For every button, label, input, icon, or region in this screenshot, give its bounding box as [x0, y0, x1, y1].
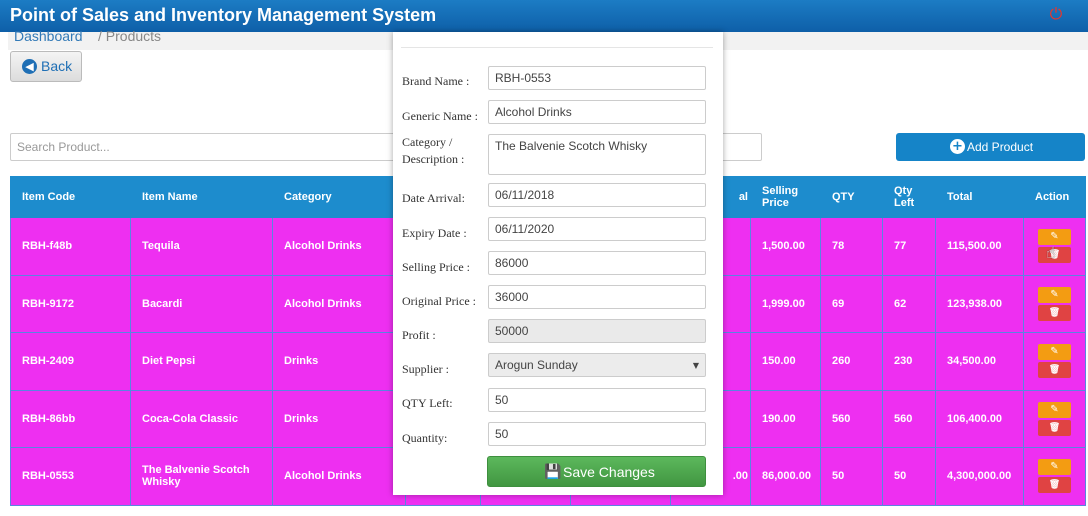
category-description-textarea[interactable]: The Balvenie Scotch Whisky [488, 134, 706, 175]
cell-category: Drinks [272, 332, 406, 391]
cell-selling-price: 150.00 [750, 332, 821, 391]
cell-qty: 50 [820, 447, 883, 506]
edit-button[interactable]: ✎ [1038, 401, 1071, 418]
power-icon[interactable]: ⏻ [1046, 4, 1066, 24]
profit-field: 50000 [488, 319, 706, 343]
cell-qty: 560 [820, 389, 883, 448]
cell-qty-left: 230 [882, 332, 936, 391]
edit-button[interactable]: ✎ [1038, 344, 1071, 361]
cell-item-name: Bacardi [130, 274, 273, 333]
cell-category: Drinks [272, 389, 406, 448]
cell-qty: 78 [820, 217, 883, 276]
breadcrumb-dashboard-link[interactable]: Dashboard [14, 28, 83, 44]
cell-selling-price: 86,000.00 [750, 447, 821, 506]
app-title: Point of Sales and Inventory Management … [10, 5, 437, 25]
col-header-total[interactable]: Total [935, 176, 1024, 218]
cell-item-code: RBH-9172 [10, 274, 131, 333]
generic-name-label: Generic Name : [402, 109, 478, 123]
original-price-label: Original Price : [402, 294, 476, 308]
delete-button[interactable]: 🗑 [1038, 477, 1071, 494]
brand-name-field[interactable]: RBH-0553 [488, 66, 706, 90]
expiry-date-field[interactable]: 06/11/2020 [488, 217, 706, 241]
category-label-line1: Category / [402, 135, 453, 149]
cell-qty-left: 50 [882, 447, 936, 506]
plus-circle-icon: + [950, 139, 965, 154]
cell-total: 115,500.00 [935, 217, 1024, 276]
add-product-button[interactable]: + Add Product [896, 133, 1085, 161]
cell-item-name: The Balvenie Scotch Whisky [130, 447, 273, 506]
cell-category: Alcohol Drinks [272, 217, 406, 276]
expiry-date-label: Expiry Date : [402, 226, 467, 240]
back-button[interactable]: ◀ Back [10, 51, 82, 82]
cell-qty: 260 [820, 332, 883, 391]
cell-item-code: RBH-86bb [10, 389, 131, 448]
selling-price-field[interactable]: 86000 [488, 251, 706, 275]
edit-product-modal: Brand Name : RBH-0553 Generic Name : Alc… [393, 32, 723, 495]
cell-item-code: RBH-0553 [10, 447, 131, 506]
back-button-label: Back [41, 58, 73, 74]
cell-action: ✎ 🗑 [1023, 274, 1086, 333]
arrow-left-circle-icon: ◀ [22, 59, 37, 74]
cell-selling-price: 1,999.00 [750, 274, 821, 333]
date-arrival-label: Date Arrival: [402, 191, 465, 205]
delete-button[interactable]: 🗑 [1038, 362, 1071, 379]
cell-total: 106,400.00 [935, 389, 1024, 448]
cell-action: ✎ 🗑 [1023, 332, 1086, 391]
delete-button[interactable]: 🗑 [1038, 304, 1071, 321]
supplier-selected-value: Arogun Sunday [495, 358, 578, 372]
col-header-category[interactable]: Category [272, 176, 406, 218]
add-product-label: Add Product [967, 140, 1034, 154]
cell-item-name: Diet Pepsi [130, 332, 273, 391]
edit-button[interactable]: ✎ [1038, 286, 1071, 303]
cell-qty-left: 560 [882, 389, 936, 448]
col-header-action: Action [1023, 176, 1086, 218]
hand-cursor-icon: ☝ [1046, 243, 1056, 262]
qty-left-label: QTY Left: [402, 396, 453, 410]
col-header-qty[interactable]: QTY [820, 176, 883, 218]
quantity-field[interactable]: 50 [488, 422, 706, 446]
quantity-label: Quantity: [402, 431, 448, 445]
profit-label: Profit : [402, 328, 436, 342]
cell-item-name: Tequila [130, 217, 273, 276]
supplier-select[interactable]: Arogun Sunday ▼ [488, 353, 706, 377]
cell-total: 123,938.00 [935, 274, 1024, 333]
cell-category: Alcohol Drinks [272, 447, 406, 506]
original-price-field[interactable]: 36000 [488, 285, 706, 309]
cell-action: ✎ 🗑 [1023, 389, 1086, 448]
supplier-label: Supplier : [402, 362, 449, 376]
save-changes-label: Save Changes [563, 464, 655, 480]
category-label-line2: Description : [402, 152, 465, 166]
cell-total: 34,500.00 [935, 332, 1024, 391]
chevron-down-icon: ▼ [692, 361, 699, 370]
cell-item-name: Coca-Cola Classic [130, 389, 273, 448]
col-header-item-name[interactable]: Item Name [130, 176, 273, 218]
cell-category: Alcohol Drinks [272, 274, 406, 333]
cell-total: 4,300,000.00 [935, 447, 1024, 506]
cell-qty: 69 [820, 274, 883, 333]
brand-name-label: Brand Name : [402, 74, 470, 88]
cell-qty-left: 62 [882, 274, 936, 333]
edit-button[interactable]: ✎ [1038, 459, 1071, 476]
qty-left-field[interactable]: 50 [488, 388, 706, 412]
cell-item-code: RBH-f48b [10, 217, 131, 276]
col-header-item-code[interactable]: Item Code [10, 176, 131, 218]
generic-name-field[interactable]: Alcohol Drinks [488, 100, 706, 124]
modal-divider [401, 47, 713, 48]
selling-price-label: Selling Price : [402, 260, 470, 274]
delete-button[interactable]: 🗑 [1038, 419, 1071, 436]
cell-selling-price: 190.00 [750, 389, 821, 448]
cell-item-code: RBH-2409 [10, 332, 131, 391]
col-header-qty-left[interactable]: Qty Left [882, 176, 936, 218]
breadcrumb-current: / Products [98, 28, 162, 44]
top-bar: Point of Sales and Inventory Management … [0, 0, 1088, 32]
col-header-selling-price[interactable]: Selling Price [750, 176, 821, 218]
cell-qty-left: 77 [882, 217, 936, 276]
save-changes-button[interactable]: 💾 Save Changes [487, 456, 706, 487]
floppy-disk-icon: 💾 [544, 464, 562, 480]
date-arrival-field[interactable]: 06/11/2018 [488, 183, 706, 207]
cell-selling-price: 1,500.00 [750, 217, 821, 276]
cell-action: ✎ 🗑 [1023, 447, 1086, 506]
